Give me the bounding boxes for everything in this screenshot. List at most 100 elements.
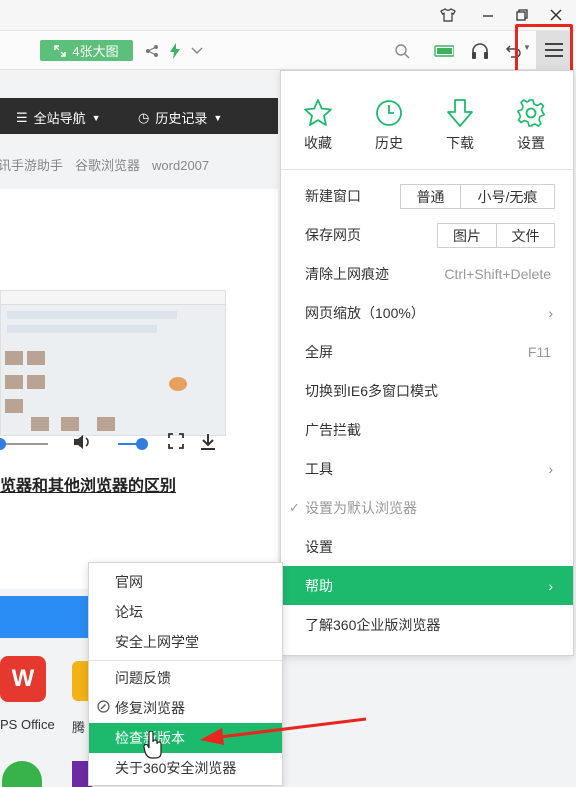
forum-label: 论坛 [115,604,143,620]
history-button[interactable]: 历史 [359,97,419,153]
feedback-label: 问题反馈 [115,670,171,686]
submenu-feedback[interactable]: 问题反馈 [89,663,282,693]
repair-label: 修复浏览器 [115,700,185,716]
annotation-arrow-icon [200,717,367,745]
new-window-incognito-button[interactable]: 小号/无痕 [461,185,554,208]
submenu-official-site[interactable]: 官网 [89,567,282,597]
lightning-icon[interactable] [165,41,185,61]
submenu-about[interactable]: 关于360安全浏览器 [89,753,282,783]
clock-icon [376,100,402,126]
tools-label: 工具 [305,460,333,477]
favorites-button[interactable]: 收藏 [288,97,348,153]
wps-office-label[interactable]: PS Office [0,717,55,732]
save-as-file-button[interactable]: 文件 [497,224,554,247]
volume-icon[interactable] [72,433,92,456]
close-icon[interactable] [546,5,566,25]
article-title-link[interactable]: 览器和其他浏览器的区别 [0,472,176,496]
fullscreen-icon[interactable] [168,433,184,454]
chevron-right-icon: › [548,577,553,594]
hot-link[interactable]: word2007 [152,158,209,173]
checkmark-icon: ✓ [289,499,300,515]
volume-knob[interactable] [136,438,148,450]
site-nav-label: 全站导航 [33,111,86,126]
video-thumb [169,377,187,391]
progress-track[interactable] [0,443,48,445]
download-icon[interactable] [200,433,216,456]
video-row [7,325,157,333]
settings-button[interactable]: 设置 [501,97,561,153]
settings-item-label: 设置 [305,538,333,555]
history-nav-menu[interactable]: ◷ 历史记录 ▼ [138,108,222,127]
menu-settings[interactable]: 设置 [281,527,573,566]
new-window-normal-button[interactable]: 普通 [401,185,461,208]
downloads-button[interactable]: 下载 [430,97,490,153]
menu-zoom[interactable]: 网页缩放（100%） › [281,293,573,332]
set-default-label: 设置为默认浏览器 [305,499,417,516]
tencent-app-logo[interactable] [72,661,88,701]
clear-traces-label: 清除上网痕迹 [305,265,389,282]
favorites-label: 收藏 [304,135,332,151]
caret-down-icon: ▼ [213,112,223,123]
menu-new-window: 新建窗口 普通 小号/无痕 [281,176,573,215]
chevron-down-icon[interactable] [187,41,207,61]
video-thumb [97,417,115,431]
expand-icon [54,44,67,57]
save-as-image-button[interactable]: 图片 [438,224,497,247]
gear-icon [517,99,545,127]
skin-shirt-icon[interactable] [438,5,458,25]
menu-ad-block[interactable]: 广告拦截 [281,410,573,449]
zoom-label: 网页缩放（100%） [305,304,425,321]
history-label: 历史记录 [155,111,208,126]
video-thumb [27,351,45,365]
blue-banner [0,596,90,638]
official-site-label: 官网 [115,574,143,590]
save-page-label: 保存网页 [305,226,361,243]
video-preview[interactable] [0,290,226,436]
chevron-right-icon: › [548,304,553,321]
history-clock-icon: ◷ [138,109,150,125]
menu-save-page: 保存网页 图片 文件 [281,215,573,254]
new-window-label: 新建窗口 [305,187,361,204]
menu-divider [281,169,573,170]
tencent-app-label[interactable]: 腾 [72,717,85,736]
ad-block-label: 广告拦截 [305,421,361,438]
share-icon[interactable] [142,41,162,61]
restore-icon[interactable] [512,5,532,25]
caret-down-icon: ▼ [91,112,101,123]
site-nav-menu[interactable]: ☰ 全站导航 ▼ [16,108,101,127]
big-image-button[interactable]: 4张大图 [40,40,133,61]
download-arrow-icon [447,99,473,127]
site-navbar: ☰ 全站导航 ▼ ◷ 历史记录 ▼ [0,98,278,134]
save-page-options: 图片 文件 [437,223,555,248]
search-icon[interactable] [392,41,412,61]
hot-link[interactable]: 讯手游助手 [0,158,63,173]
minimize-icon[interactable] [478,5,498,25]
video-thumb [5,351,23,365]
list-icon: ☰ [16,109,28,125]
clear-traces-shortcut: Ctrl+Shift+Delete [444,265,551,282]
menu-ie6-mode[interactable]: 切换到IE6多窗口模式 [281,371,573,410]
menu-fullscreen[interactable]: 全屏 F11 [281,332,573,371]
submenu-forum[interactable]: 论坛 [89,597,282,627]
hot-link[interactable]: 谷歌浏览器 [75,158,140,173]
browser-toolbar: 4张大图 ▼ [0,30,576,70]
star-icon [304,99,332,126]
fullscreen-label: 全屏 [305,343,333,360]
video-thumb [5,399,23,413]
battery-icon[interactable] [434,41,454,61]
wps-office-logo[interactable]: W [0,656,46,702]
progress-knob[interactable] [0,438,6,450]
headset-icon[interactable] [470,41,490,61]
big-image-label: 4张大图 [72,44,119,59]
menu-clear-traces[interactable]: 清除上网痕迹 Ctrl+Shift+Delete [281,254,573,293]
menu-tools[interactable]: 工具 › [281,449,573,488]
video-browser-bar [1,291,225,305]
menu-set-default: ✓ 设置为默认浏览器 [281,488,573,527]
video-thumb [27,375,45,389]
fullscreen-shortcut: F11 [527,343,551,360]
menu-help[interactable]: 帮助 › [281,566,573,605]
menu-enterprise[interactable]: 了解360企业版浏览器 [281,605,573,644]
safety-school-label: 安全上网学堂 [115,634,199,650]
submenu-safety-school[interactable]: 安全上网学堂 [89,627,282,657]
green-app-logo[interactable] [2,761,42,787]
